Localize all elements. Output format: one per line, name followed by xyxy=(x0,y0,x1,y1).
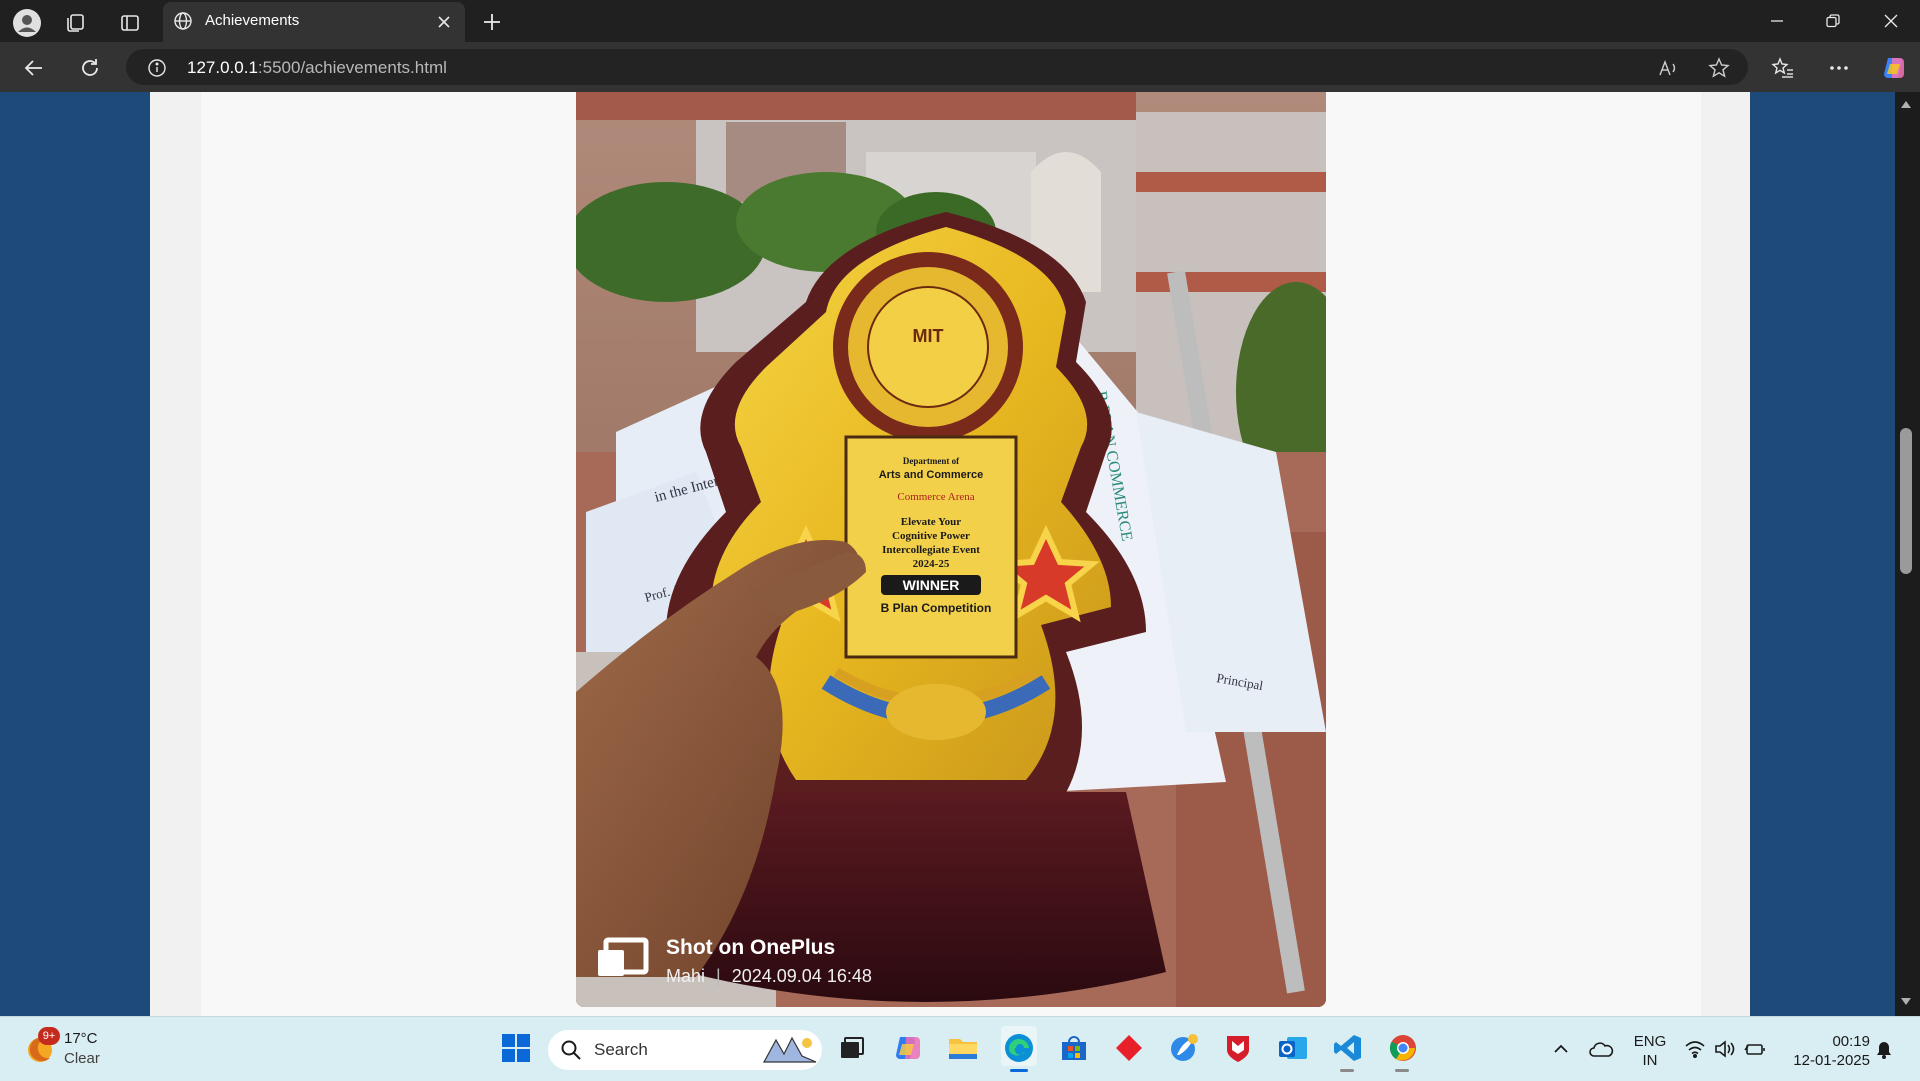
trophy-logo-text: MIT xyxy=(913,326,944,346)
region-code: IN xyxy=(1642,1052,1658,1069)
app-diamond-icon[interactable] xyxy=(1109,1028,1149,1068)
trophy-line3: Intercollegiate Event xyxy=(882,544,980,556)
search-highlight-icon xyxy=(762,1034,818,1066)
trophy-comp: B Plan Competition xyxy=(881,601,992,615)
watermark-subtitle: Mahi | 2024.09.04 16:48 xyxy=(666,966,872,987)
new-tab-icon[interactable] xyxy=(478,8,506,36)
profile-icon[interactable] xyxy=(10,6,44,40)
language-code: ENG xyxy=(1633,1033,1667,1050)
watermark-datetime: 2024.09.04 16:48 xyxy=(731,966,872,986)
restore-icon[interactable] xyxy=(1818,8,1848,34)
trophy-year: 2024-25 xyxy=(913,558,950,570)
file-explorer-icon[interactable] xyxy=(943,1028,983,1068)
outlook-icon[interactable] xyxy=(1273,1028,1313,1068)
vscode-icon[interactable] xyxy=(1328,1028,1368,1068)
edge-active-indicator xyxy=(1010,1069,1028,1072)
url-path: :5500/achievements.html xyxy=(257,58,447,77)
favorite-star-icon[interactable] xyxy=(1704,54,1734,82)
weather-condition[interactable]: Clear xyxy=(64,1050,100,1067)
watermark-separator: | xyxy=(716,966,721,986)
watermark-title: Shot on OnePlus xyxy=(666,936,836,959)
site-info-icon[interactable] xyxy=(144,55,170,81)
copilot-app-icon[interactable] xyxy=(888,1028,928,1068)
vscode-running-indicator xyxy=(1340,1069,1354,1072)
tab-title: Achievements xyxy=(205,12,300,29)
scrollbar-thumb[interactable] xyxy=(1900,428,1912,574)
more-options-icon[interactable] xyxy=(1824,54,1854,82)
favorites-list-icon[interactable] xyxy=(1768,54,1798,82)
weather-temp[interactable]: 17°C xyxy=(64,1030,98,1047)
watermark-author: Mahi xyxy=(666,966,706,986)
language-indicator[interactable]: ENG IN xyxy=(1628,1032,1672,1070)
search-label: Search xyxy=(594,1040,648,1059)
onedrive-icon[interactable] xyxy=(1588,1040,1614,1060)
volume-icon[interactable] xyxy=(1714,1040,1738,1060)
notification-bell-icon[interactable] xyxy=(1874,1040,1896,1062)
url-host: 127.0.0.1 xyxy=(187,58,258,77)
minimize-icon[interactable] xyxy=(1762,8,1792,34)
task-view-icon[interactable] xyxy=(832,1028,872,1068)
chrome-icon[interactable] xyxy=(1383,1028,1423,1068)
clock-time: 00:19 xyxy=(1832,1033,1870,1050)
trophy-dept: Department of xyxy=(903,456,960,466)
copilot-icon[interactable] xyxy=(1878,52,1910,84)
url-text[interactable]: 127.0.0.1:5500/achievements.html xyxy=(187,58,447,78)
search-icon xyxy=(560,1039,584,1063)
clock[interactable]: 00:19 12-01-2025 xyxy=(1782,1032,1870,1070)
show-hidden-icons-icon[interactable] xyxy=(1552,1040,1572,1060)
close-window-icon[interactable] xyxy=(1876,8,1906,34)
app-feather-icon[interactable] xyxy=(1164,1028,1204,1068)
refresh-icon[interactable] xyxy=(74,52,106,84)
weather-badge: 9+ xyxy=(38,1027,60,1045)
trophy-line1: Elevate Your xyxy=(901,516,962,528)
back-icon[interactable] xyxy=(18,52,50,84)
wifi-icon[interactable] xyxy=(1684,1040,1708,1060)
read-aloud-icon[interactable] xyxy=(1654,54,1684,82)
edge-icon[interactable] xyxy=(999,1028,1039,1068)
workspaces-icon[interactable] xyxy=(60,8,90,38)
store-icon[interactable] xyxy=(1054,1028,1094,1068)
trophy-badge: WINNER xyxy=(903,577,960,593)
tab-actions-icon[interactable] xyxy=(115,8,145,38)
close-tab-icon[interactable] xyxy=(432,10,456,34)
globe-icon xyxy=(172,10,194,32)
clock-date: 12-01-2025 xyxy=(1793,1052,1870,1069)
app-shield-icon[interactable] xyxy=(1218,1028,1258,1068)
start-icon[interactable] xyxy=(496,1028,536,1068)
battery-icon[interactable] xyxy=(1744,1040,1768,1060)
trophy-dept2: Arts and Commerce xyxy=(879,469,984,481)
achievement-photo: B PLAN COMMERCE in the Intercollegiate E… xyxy=(576,92,1326,1007)
trophy-brand: Commerce Arena xyxy=(897,491,974,503)
scroll-up-icon[interactable] xyxy=(1899,98,1913,112)
chrome-running-indicator xyxy=(1395,1069,1409,1072)
trophy-line2: Cognitive Power xyxy=(892,530,970,542)
scroll-down-icon[interactable] xyxy=(1899,994,1913,1008)
